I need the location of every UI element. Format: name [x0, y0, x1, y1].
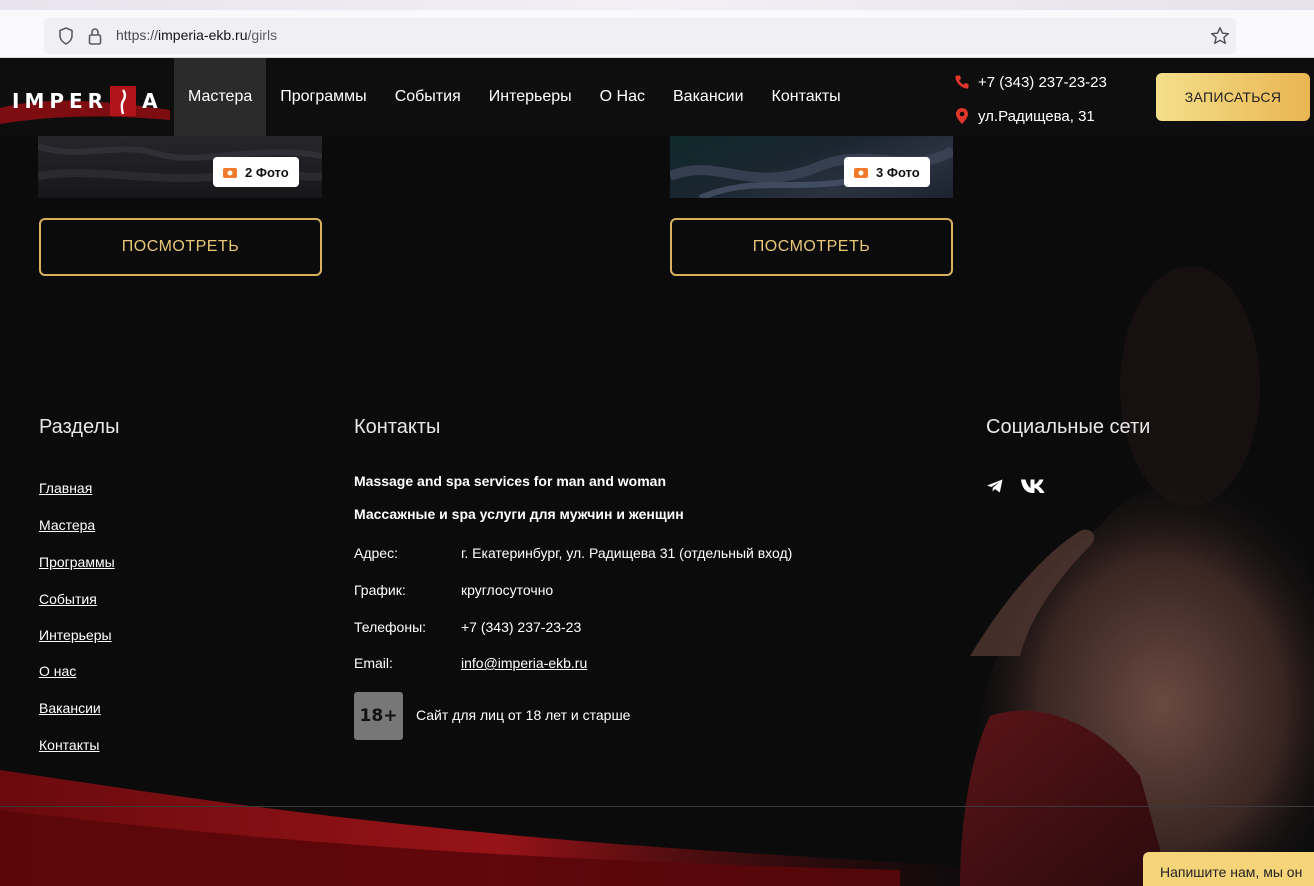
chat-widget-button[interactable]: Напишите нам, мы он: [1143, 852, 1314, 886]
footer-social-title: Социальные сети: [986, 416, 1151, 438]
nav-item-events[interactable]: События: [381, 58, 475, 136]
camera-icon: [223, 168, 237, 178]
footer-link-programs[interactable]: Программы: [39, 554, 115, 570]
logo-text-left: IMPER: [12, 89, 109, 113]
browser-toolbar: https://imperia-ekb.ru/girls: [0, 0, 1314, 58]
photo-count-text: 2 Фото: [245, 164, 289, 180]
logo-text-right: A: [142, 89, 163, 113]
phones-label: Телефоны:: [354, 619, 427, 635]
phones-value[interactable]: +7 (343) 237-23-23: [461, 619, 581, 635]
header-phone[interactable]: +7 (343) 237-23-23: [954, 70, 1107, 94]
url-path: /girls: [247, 27, 278, 43]
email-label: Email:: [354, 655, 393, 671]
camera-icon: [854, 168, 868, 178]
photo-count-badge-1: 2 Фото: [213, 157, 299, 187]
photo-count-badge-2: 3 Фото: [844, 157, 930, 187]
main-nav: Мастера Программы События Интерьеры О На…: [174, 58, 855, 136]
schedule-label: График:: [354, 582, 406, 598]
footer-link-about[interactable]: О нас: [39, 663, 76, 679]
nav-item-masters[interactable]: Мастера: [174, 58, 267, 136]
footer-divider: [0, 806, 1314, 807]
tagline-english: Massage and spa services for man and wom…: [354, 473, 667, 489]
social-links: [986, 478, 1048, 494]
footer-link-vacancies[interactable]: Вакансии: [39, 700, 101, 716]
phone-icon: [955, 75, 969, 89]
footer-link-interiors[interactable]: Интерьеры: [39, 627, 112, 643]
header-contacts: +7 (343) 237-23-23 ул.Радищева, 31: [954, 70, 1107, 138]
red-silk-decoration: [0, 770, 1000, 886]
tab-strip-edge: [0, 0, 1314, 10]
url-scheme: https://: [116, 27, 159, 43]
nav-item-vacancies[interactable]: Вакансии: [659, 58, 758, 136]
logo-mark-icon: [110, 84, 137, 118]
site-header: IMPER A Мастера Программы События Интерь…: [0, 58, 1314, 136]
footer-link-contacts[interactable]: Контакты: [39, 737, 99, 753]
address-bar[interactable]: https://imperia-ekb.ru/girls: [44, 18, 1236, 54]
nav-item-contacts[interactable]: Контакты: [758, 58, 855, 136]
vk-icon[interactable]: [1020, 478, 1048, 494]
site-logo[interactable]: IMPER A: [12, 84, 163, 118]
age-restriction-badge: 18+: [354, 692, 403, 740]
lock-icon[interactable]: [88, 27, 102, 45]
tagline-russian: Массажные и spa услуги для мужчин и женщ…: [354, 506, 684, 522]
header-address: ул.Радищева, 31: [954, 104, 1107, 128]
book-button[interactable]: ЗАПИСАТЬСЯ: [1156, 73, 1310, 121]
view-button-2[interactable]: ПОСМОТРЕТЬ: [670, 218, 953, 276]
view-button-1[interactable]: ПОСМОТРЕТЬ: [39, 218, 322, 276]
shield-icon[interactable]: [58, 27, 74, 45]
schedule-value: круглосуточно: [461, 582, 554, 598]
header-phone-text: +7 (343) 237-23-23: [978, 73, 1107, 91]
telegram-icon[interactable]: [986, 478, 1004, 494]
url-host: imperia-ekb.ru: [158, 27, 248, 43]
footer-sections-title: Разделы: [39, 416, 120, 438]
address-value: г. Екатеринбург, ул. Радищева 31 (отдель…: [461, 545, 793, 561]
footer-link-home[interactable]: Главная: [39, 480, 92, 496]
nav-item-about[interactable]: О Нас: [586, 58, 659, 136]
location-pin-icon: [956, 108, 968, 124]
footer-link-events[interactable]: События: [39, 591, 97, 607]
age-restriction-text: Сайт для лиц от 18 лет и старше: [416, 707, 631, 723]
nav-item-interiors[interactable]: Интерьеры: [475, 58, 586, 136]
footer-link-masters[interactable]: Мастера: [39, 517, 95, 533]
photo-count-text: 3 Фото: [876, 164, 920, 180]
nav-item-programs[interactable]: Программы: [266, 58, 380, 136]
footer-contacts-title: Контакты: [354, 416, 441, 438]
header-address-text: ул.Радищева, 31: [978, 107, 1095, 125]
email-link[interactable]: info@imperia-ekb.ru: [461, 655, 587, 671]
bookmark-star-icon[interactable]: [1210, 26, 1230, 46]
url-text[interactable]: https://imperia-ekb.ru/girls: [116, 27, 277, 43]
address-label: Адрес:: [354, 545, 398, 561]
